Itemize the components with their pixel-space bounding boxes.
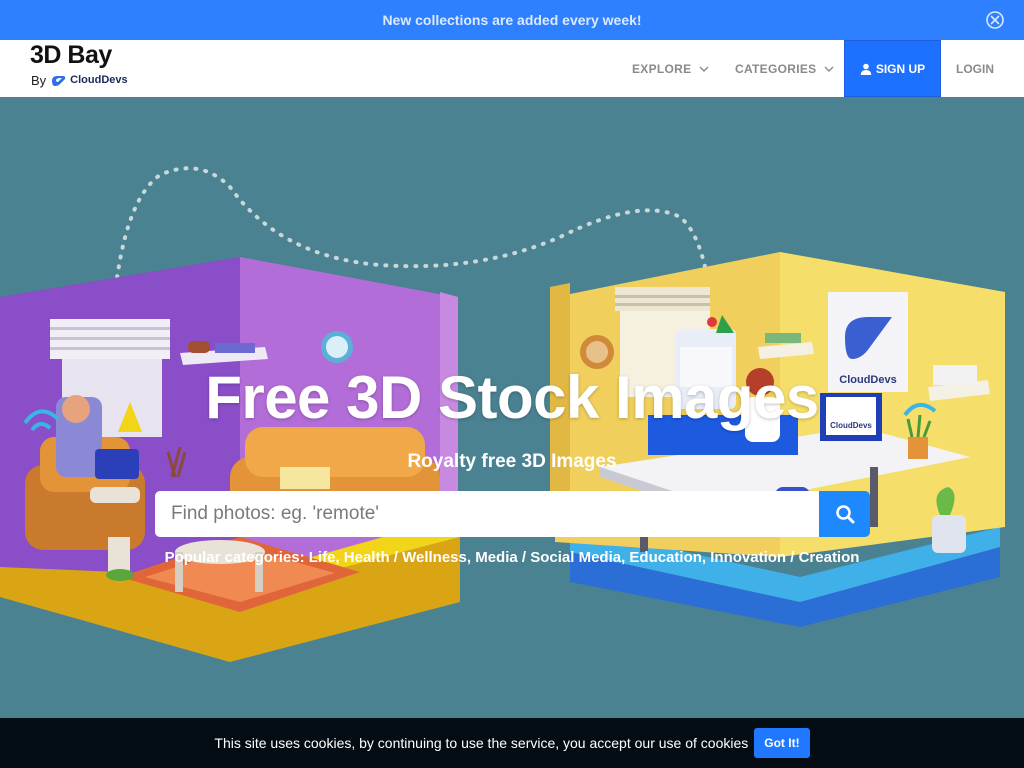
announcement-bar: New collections are added every week! [0,0,1024,40]
nav-categories[interactable]: CATEGORIES [735,40,834,97]
popular-categories[interactable]: Popular categories: Life, Health / Welln… [0,549,1024,566]
hero-section: CloudDevs CloudDevs Free 3D Stock Images… [0,97,1024,718]
brand-title[interactable]: 3D Bay [30,41,112,70]
cookie-accept-button[interactable]: Got It! [754,728,810,758]
brand-byline: By CloudDevs [31,72,128,88]
navbar: 3D Bay By CloudDevs EXPLORE CATEGORIES S… [0,40,1024,97]
cloud-logo-icon [52,76,66,86]
nav-categories-label: CATEGORIES [735,61,817,76]
search-icon [835,505,854,524]
search-button[interactable] [819,491,870,537]
sign-up-label: SIGN UP [875,61,926,76]
announcement-text: New collections are added every week! [382,12,642,28]
nav-explore[interactable]: EXPLORE [632,40,709,97]
brand-company: CloudDevs [70,74,128,86]
hero-subtitle: Royalty free 3D Images [407,451,617,472]
search-bar [155,491,870,537]
brand-by-label: By [31,72,47,88]
search-input[interactable] [155,491,819,537]
login-link[interactable]: LOGIN [956,40,994,97]
chevron-down-icon [699,66,709,72]
user-icon [860,63,872,75]
nav-explore-label: EXPLORE [632,61,692,76]
sign-up-button[interactable]: SIGN UP [844,40,941,97]
cookie-bar: This site uses cookies, by continuing to… [0,718,1024,768]
cookie-text: This site uses cookies, by continuing to… [214,735,749,751]
chevron-down-icon [824,66,834,72]
hero-title: Free 3D Stock Images [205,364,819,431]
close-circle-icon[interactable] [985,10,1005,30]
